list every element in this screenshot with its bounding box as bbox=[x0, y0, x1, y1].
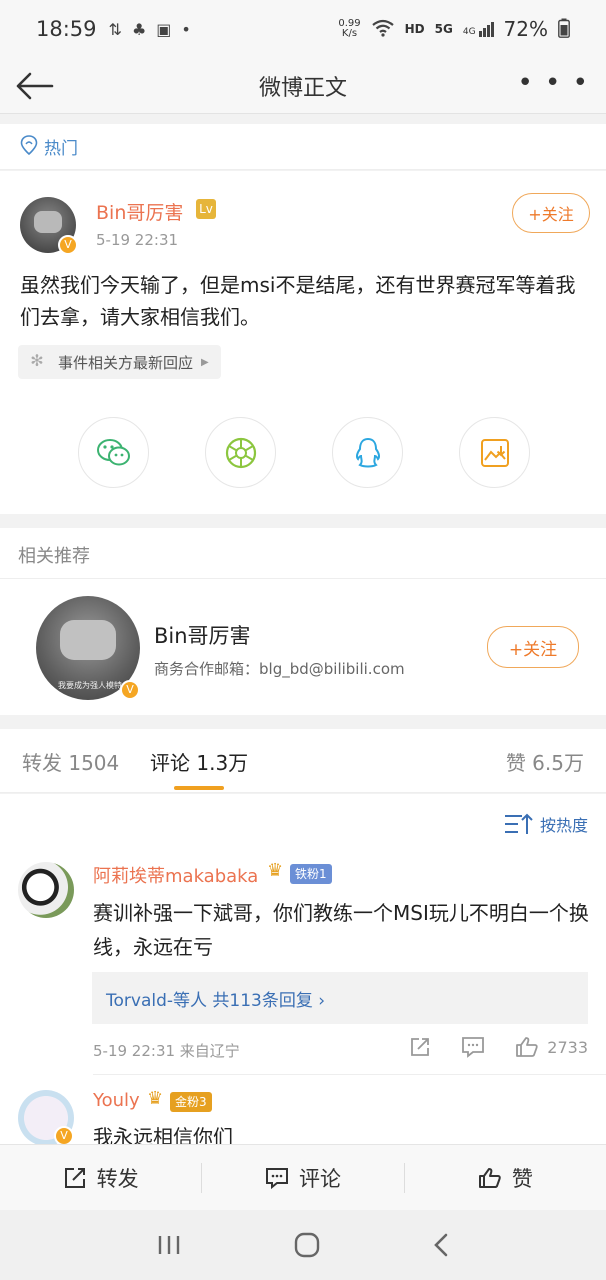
topic-label: 事件相关方最新回应 bbox=[58, 353, 194, 372]
verified-badge-icon: V bbox=[58, 235, 78, 255]
bottom-action-bar: 转发 评论 赞 bbox=[0, 1144, 606, 1210]
replies-preview[interactable]: Torvald-等人 共113条回复 › bbox=[92, 972, 588, 1024]
fan-badge: 铁粉1 bbox=[290, 864, 332, 884]
divider bbox=[0, 578, 606, 579]
thumbs-up-icon bbox=[478, 1167, 501, 1188]
commenter-name[interactable]: Youly bbox=[93, 1090, 140, 1111]
recommend-follow-button[interactable]: +关注 bbox=[487, 626, 579, 668]
repost-label: 转发 bbox=[96, 1166, 139, 1191]
moments-icon bbox=[225, 437, 256, 468]
recent-apps-icon[interactable] bbox=[156, 1233, 182, 1257]
chevron-right-icon: ▶ bbox=[201, 356, 209, 368]
dot-icon: • bbox=[181, 19, 191, 39]
hot-label: 热门 bbox=[44, 139, 78, 159]
repost-button[interactable]: 转发 bbox=[0, 1145, 201, 1210]
net-speed-unit: K/s bbox=[341, 28, 358, 39]
recommend-description: 商务合作邮箱：blg_bd@bilibili.com bbox=[154, 660, 405, 678]
signal-4g-label: 4G bbox=[462, 26, 476, 37]
topic-tag[interactable]: ✻ 事件相关方最新回应 ▶ bbox=[18, 345, 221, 379]
comment-label: 评论 bbox=[298, 1166, 341, 1191]
sort-icon bbox=[504, 813, 533, 834]
status-time: 18:59 bbox=[36, 17, 97, 41]
avatar-face bbox=[60, 620, 116, 660]
fan-badge: 金粉3 bbox=[170, 1092, 212, 1112]
notification-icons: ⇅ ♣ ▣ • bbox=[109, 20, 191, 39]
transfer-icon: ⇅ bbox=[108, 19, 122, 39]
system-nav-bar bbox=[0, 1210, 606, 1280]
sort-label: 按热度 bbox=[539, 816, 588, 835]
like-count: 2733 bbox=[547, 1037, 588, 1057]
signal-4g-icon: 4G bbox=[462, 21, 494, 37]
wechat-icon bbox=[96, 438, 130, 465]
moments-share-button[interactable] bbox=[205, 417, 276, 488]
battery-level: 72% bbox=[503, 17, 548, 41]
like-button[interactable]: 赞 bbox=[405, 1145, 606, 1210]
hot-location-icon bbox=[20, 134, 38, 159]
section-title: 相关推荐 bbox=[18, 546, 90, 567]
related-recommend-card: 相关推荐 我要成为强人模特 V Bin哥厉害 商务合作邮箱：blg_bd@bil… bbox=[0, 528, 606, 715]
post-content: 虽然我们今天输了，但是msi不是结尾，还有世界赛冠军等着我们去拿，请大家相信我们… bbox=[20, 273, 576, 329]
comment-actions: 2733 bbox=[409, 1036, 588, 1058]
post-time: 5-19 22:31 bbox=[96, 231, 179, 249]
post-card: V Bin哥厉害 Lv 5-19 22:31 +关注 虽然我们今天输了，但是ms… bbox=[0, 171, 606, 514]
page-title: 微博正文 bbox=[258, 76, 347, 101]
verified-badge-icon: V bbox=[54, 1126, 74, 1144]
member-level-icon: Lv bbox=[196, 199, 216, 219]
weibo-post-page: 18:59 ⇅ ♣ ▣ • 0.99 K/s HD 5G 4G 72% 微博正文… bbox=[0, 0, 606, 1280]
comment-text: 赛训补强一下斌哥，你们教练一个MSI玩儿不明白一个换线，永远在亏 bbox=[93, 901, 589, 959]
author-name[interactable]: Bin哥厉害 bbox=[96, 198, 183, 225]
verified-badge-icon: V bbox=[120, 680, 140, 700]
comment-icon bbox=[265, 1167, 288, 1189]
divider bbox=[93, 1074, 606, 1075]
share-icon[interactable] bbox=[409, 1036, 431, 1058]
signal-5g: 5G bbox=[434, 22, 453, 36]
wechat-share-button[interactable] bbox=[78, 417, 149, 488]
qq-share-button[interactable] bbox=[332, 417, 403, 488]
tab-repost[interactable]: 转发 1504 bbox=[22, 747, 119, 776]
home-icon[interactable] bbox=[294, 1232, 320, 1258]
commenter-name[interactable]: 阿莉埃蒂makabaka bbox=[93, 862, 258, 888]
video-notify-icon: ▣ bbox=[156, 19, 172, 39]
avatar-face bbox=[34, 211, 62, 233]
hot-label-bar[interactable]: 热门 bbox=[0, 124, 606, 170]
status-right: 0.99 K/s HD 5G 4G 72% bbox=[338, 17, 570, 41]
repost-icon bbox=[64, 1167, 85, 1188]
commenter-avatar[interactable] bbox=[18, 862, 74, 918]
topic-icon: ✻ bbox=[30, 351, 44, 370]
recommend-name[interactable]: Bin哥厉害 bbox=[154, 620, 251, 650]
crown-icon: ♛ bbox=[147, 1088, 164, 1109]
comment-text: 我永远相信你们 bbox=[93, 1125, 233, 1144]
interaction-tabs: 转发 1504 评论 1.3万 赞 6.5万 bbox=[0, 729, 606, 793]
save-image-share-button[interactable] bbox=[459, 417, 530, 488]
hd-label: HD bbox=[404, 22, 425, 36]
comment-like-button[interactable]: 2733 bbox=[515, 1036, 588, 1058]
tab-comment[interactable]: 评论 1.3万 bbox=[150, 747, 248, 776]
comments-section: 按热度 阿莉埃蒂makabaka ♛ 铁粉1 赛训补强一下斌哥，你们教练一个MS… bbox=[0, 794, 606, 1144]
avatar-caption: 我要成为强人模特 bbox=[58, 681, 122, 690]
app-notify-icon: ♣ bbox=[131, 19, 147, 39]
more-options-icon[interactable]: • • • bbox=[517, 68, 590, 98]
nav-bar: 微博正文 • • • bbox=[0, 58, 606, 114]
net-speed: 0.99 K/s bbox=[338, 19, 360, 39]
battery-icon bbox=[558, 18, 570, 41]
status-bar: 18:59 ⇅ ♣ ▣ • 0.99 K/s HD 5G 4G 72% bbox=[0, 0, 606, 58]
like-label: 赞 bbox=[511, 1166, 533, 1191]
thumbs-up-icon bbox=[516, 1037, 538, 1057]
share-row bbox=[78, 417, 530, 488]
wifi-icon bbox=[371, 19, 395, 40]
comment-meta: 5-19 22:31 来自辽宁 bbox=[93, 1042, 240, 1060]
crown-icon: ♛ bbox=[267, 860, 284, 881]
save-image-icon bbox=[480, 438, 509, 467]
comment-icon[interactable] bbox=[461, 1036, 485, 1058]
active-tab-indicator bbox=[174, 786, 224, 790]
back-icon[interactable] bbox=[432, 1232, 450, 1258]
qq-icon bbox=[355, 437, 380, 467]
comment-button[interactable]: 评论 bbox=[202, 1145, 403, 1210]
tab-like[interactable]: 赞 6.5万 bbox=[506, 747, 584, 776]
sort-by-hot-button[interactable]: 按热度 bbox=[504, 812, 588, 836]
follow-button[interactable]: +关注 bbox=[512, 193, 590, 233]
